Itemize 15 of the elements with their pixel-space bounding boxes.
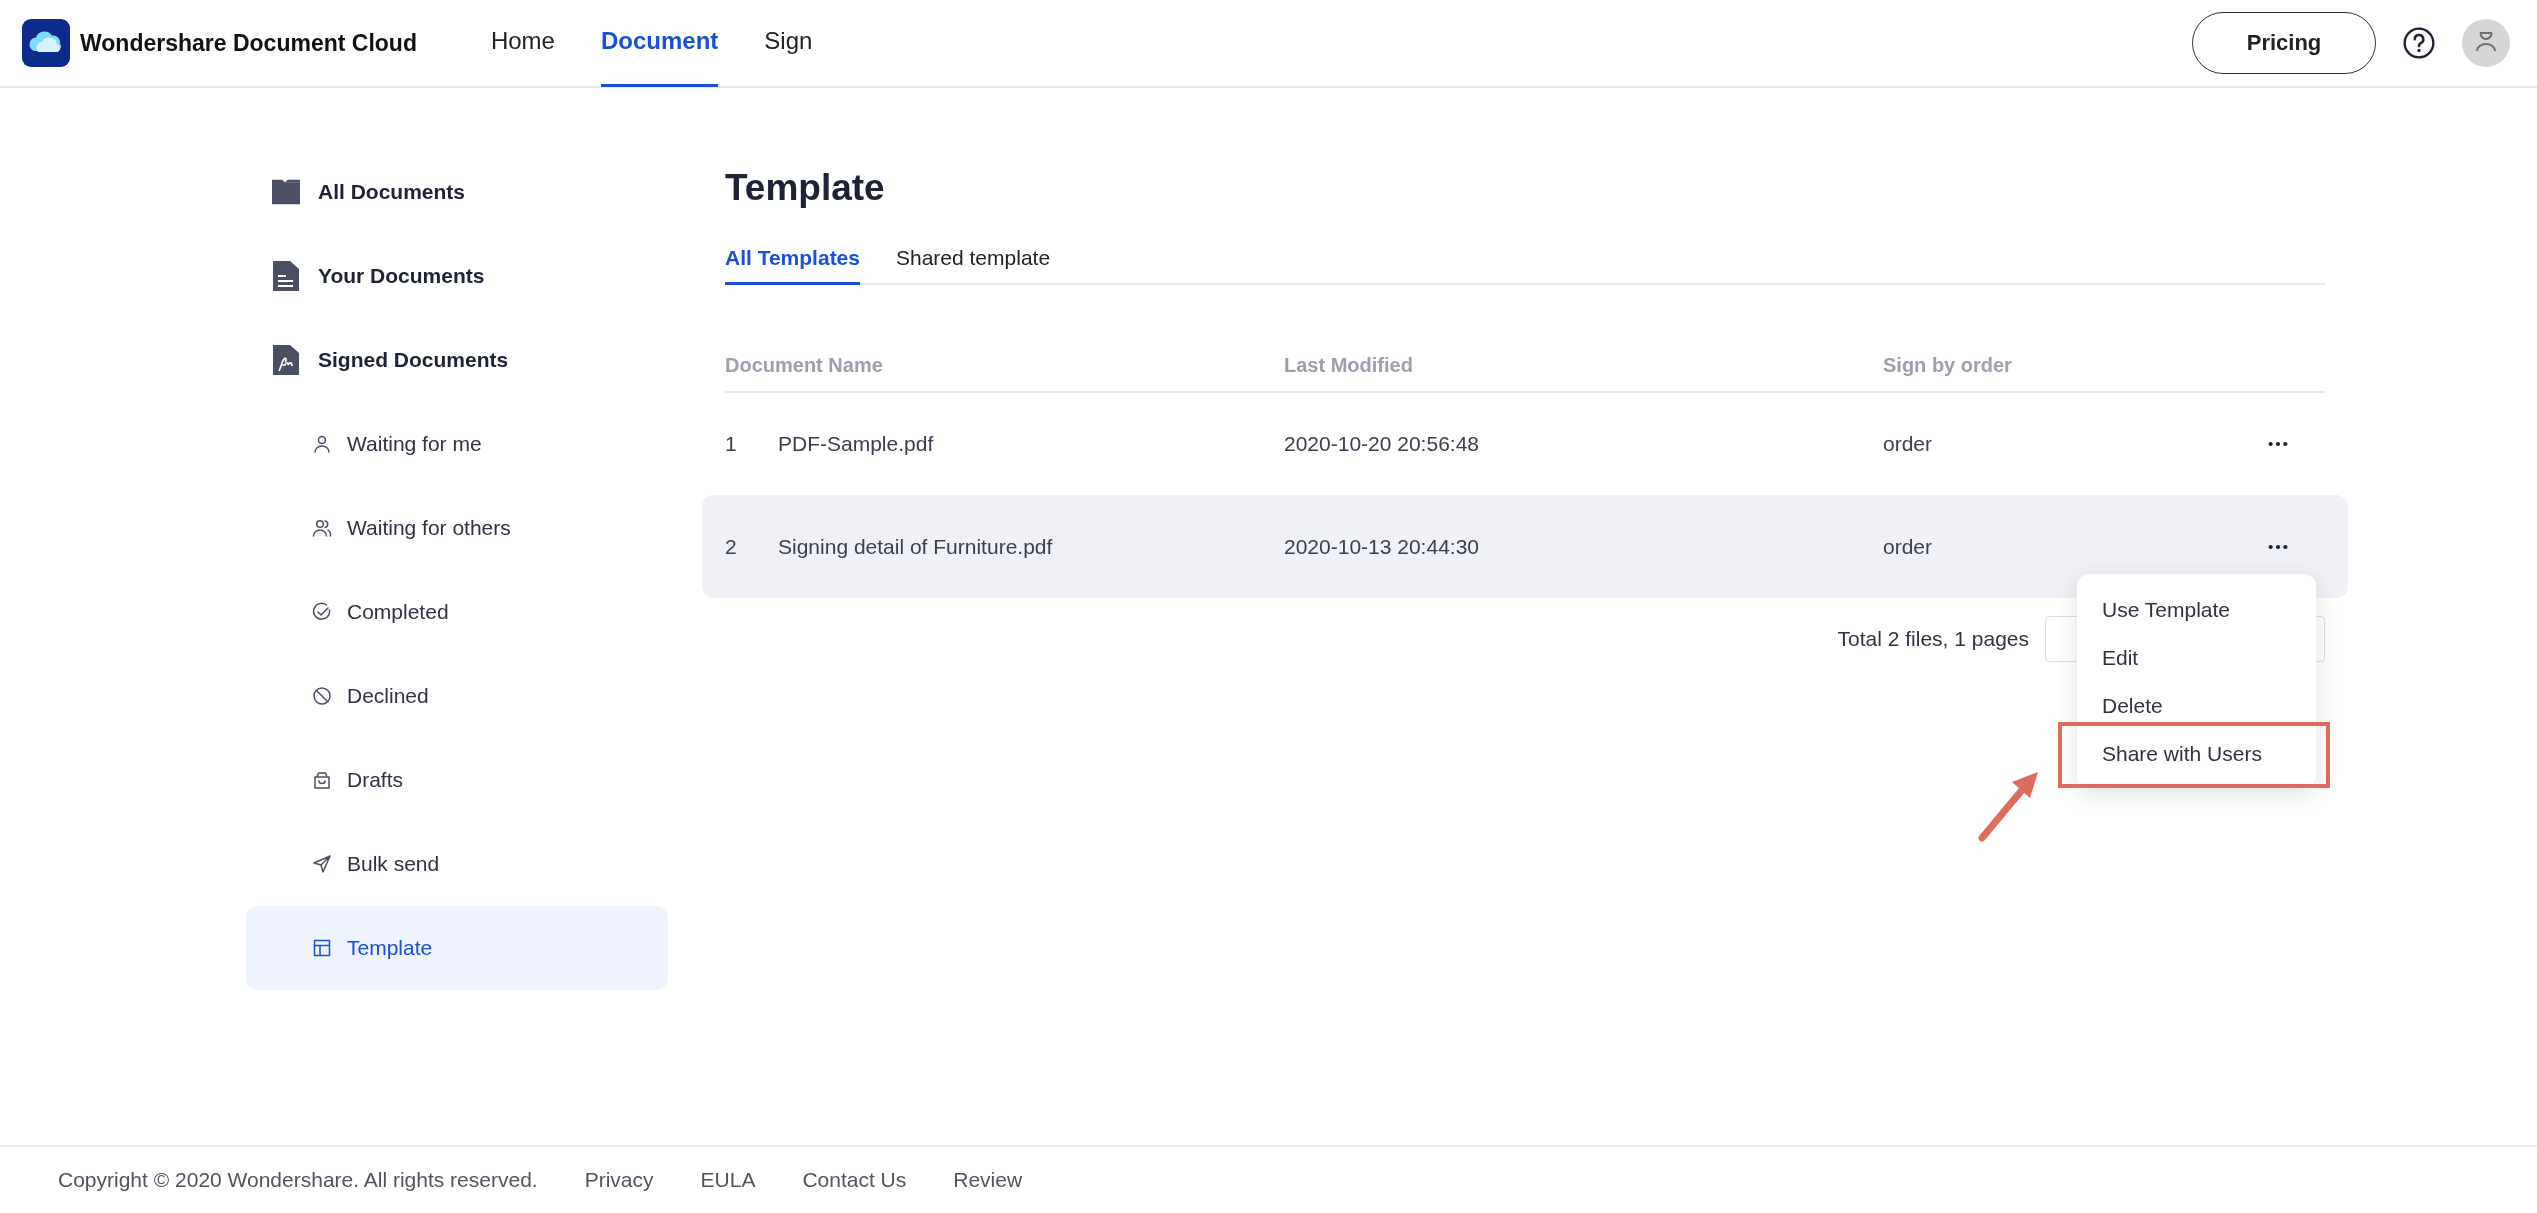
column-header: Sign by order bbox=[1883, 353, 2013, 377]
row-number: 1 bbox=[725, 432, 738, 457]
table-cell-text: Signing detail of Furniture.pdf bbox=[778, 534, 1054, 559]
copyright-text: Copyright © 2020 Wondershare. All rights reserved. bbox=[58, 1168, 538, 1192]
table-cell-text: order bbox=[1883, 432, 1934, 457]
page-title: Template bbox=[725, 166, 886, 210]
row-number: 2 bbox=[725, 534, 738, 559]
brand-name: Wondershare Document Cloud bbox=[80, 29, 417, 57]
table-cell-text: 2020-10-20 20:56:48 bbox=[1284, 432, 1480, 457]
table-cell-text: order bbox=[1883, 534, 1934, 559]
table-cell-text: PDF-Sample.pdf bbox=[778, 432, 935, 457]
table-cell-text: 2020-10-13 20:44:30 bbox=[1284, 534, 1480, 559]
pagination-summary: Total 2 files, 1 pages bbox=[1837, 627, 2029, 652]
column-header: Document Name bbox=[725, 353, 884, 377]
column-header: Last Modified bbox=[1284, 353, 1414, 377]
